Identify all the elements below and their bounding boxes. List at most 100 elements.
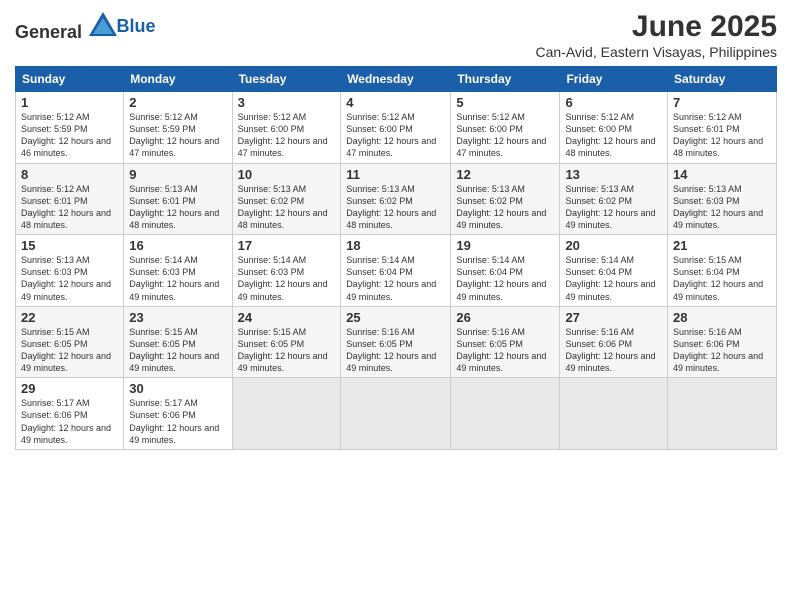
day-number: 11 [346, 167, 445, 182]
day-info: Sunrise: 5:16 AMSunset: 6:05 PMDaylight:… [346, 326, 445, 375]
table-cell: 24Sunrise: 5:15 AMSunset: 6:05 PMDayligh… [232, 306, 341, 378]
table-cell: 3Sunrise: 5:12 AMSunset: 6:00 PMDaylight… [232, 92, 341, 164]
header: General Blue June 2025 Can-Avid, Eastern… [15, 10, 777, 60]
day-number: 3 [238, 95, 336, 110]
day-info: Sunrise: 5:13 AMSunset: 6:02 PMDaylight:… [346, 183, 445, 232]
day-info: Sunrise: 5:12 AMSunset: 6:00 PMDaylight:… [238, 111, 336, 160]
calendar-table: Sunday Monday Tuesday Wednesday Thursday… [15, 66, 777, 450]
day-number: 10 [238, 167, 336, 182]
day-info: Sunrise: 5:12 AMSunset: 5:59 PMDaylight:… [21, 111, 118, 160]
calendar-row: 8Sunrise: 5:12 AMSunset: 6:01 PMDaylight… [16, 163, 777, 235]
logo-blue: Blue [117, 16, 156, 36]
day-info: Sunrise: 5:16 AMSunset: 6:06 PMDaylight:… [565, 326, 662, 375]
day-number: 4 [346, 95, 445, 110]
day-number: 14 [673, 167, 771, 182]
table-cell: 10Sunrise: 5:13 AMSunset: 6:02 PMDayligh… [232, 163, 341, 235]
table-cell: 4Sunrise: 5:12 AMSunset: 6:00 PMDaylight… [341, 92, 451, 164]
table-cell: 5Sunrise: 5:12 AMSunset: 6:00 PMDaylight… [451, 92, 560, 164]
calendar-row: 15Sunrise: 5:13 AMSunset: 6:03 PMDayligh… [16, 235, 777, 307]
day-number: 13 [565, 167, 662, 182]
col-saturday: Saturday [668, 67, 777, 92]
day-info: Sunrise: 5:14 AMSunset: 6:03 PMDaylight:… [129, 254, 226, 303]
table-cell: 26Sunrise: 5:16 AMSunset: 6:05 PMDayligh… [451, 306, 560, 378]
day-info: Sunrise: 5:13 AMSunset: 6:02 PMDaylight:… [238, 183, 336, 232]
table-cell: 17Sunrise: 5:14 AMSunset: 6:03 PMDayligh… [232, 235, 341, 307]
table-cell [560, 378, 668, 450]
page: General Blue June 2025 Can-Avid, Eastern… [0, 0, 792, 612]
day-info: Sunrise: 5:12 AMSunset: 6:00 PMDaylight:… [565, 111, 662, 160]
day-info: Sunrise: 5:14 AMSunset: 6:04 PMDaylight:… [346, 254, 445, 303]
day-info: Sunrise: 5:13 AMSunset: 6:02 PMDaylight:… [565, 183, 662, 232]
day-info: Sunrise: 5:12 AMSunset: 6:00 PMDaylight:… [346, 111, 445, 160]
day-number: 28 [673, 310, 771, 325]
day-number: 20 [565, 238, 662, 253]
day-number: 19 [456, 238, 554, 253]
table-cell: 12Sunrise: 5:13 AMSunset: 6:02 PMDayligh… [451, 163, 560, 235]
day-info: Sunrise: 5:15 AMSunset: 6:04 PMDaylight:… [673, 254, 771, 303]
table-cell: 15Sunrise: 5:13 AMSunset: 6:03 PMDayligh… [16, 235, 124, 307]
header-row: Sunday Monday Tuesday Wednesday Thursday… [16, 67, 777, 92]
day-info: Sunrise: 5:15 AMSunset: 6:05 PMDaylight:… [21, 326, 118, 375]
col-wednesday: Wednesday [341, 67, 451, 92]
day-info: Sunrise: 5:12 AMSunset: 6:01 PMDaylight:… [21, 183, 118, 232]
day-number: 12 [456, 167, 554, 182]
table-cell: 27Sunrise: 5:16 AMSunset: 6:06 PMDayligh… [560, 306, 668, 378]
day-info: Sunrise: 5:13 AMSunset: 6:02 PMDaylight:… [456, 183, 554, 232]
table-cell: 18Sunrise: 5:14 AMSunset: 6:04 PMDayligh… [341, 235, 451, 307]
logo-general: General [15, 22, 82, 42]
table-cell: 25Sunrise: 5:16 AMSunset: 6:05 PMDayligh… [341, 306, 451, 378]
col-sunday: Sunday [16, 67, 124, 92]
title-section: June 2025 Can-Avid, Eastern Visayas, Phi… [536, 10, 778, 60]
table-cell: 8Sunrise: 5:12 AMSunset: 6:01 PMDaylight… [16, 163, 124, 235]
col-thursday: Thursday [451, 67, 560, 92]
day-info: Sunrise: 5:17 AMSunset: 6:06 PMDaylight:… [129, 397, 226, 446]
day-info: Sunrise: 5:13 AMSunset: 6:01 PMDaylight:… [129, 183, 226, 232]
day-number: 18 [346, 238, 445, 253]
table-cell: 13Sunrise: 5:13 AMSunset: 6:02 PMDayligh… [560, 163, 668, 235]
day-info: Sunrise: 5:15 AMSunset: 6:05 PMDaylight:… [238, 326, 336, 375]
table-cell: 20Sunrise: 5:14 AMSunset: 6:04 PMDayligh… [560, 235, 668, 307]
day-number: 26 [456, 310, 554, 325]
day-number: 5 [456, 95, 554, 110]
table-cell: 2Sunrise: 5:12 AMSunset: 5:59 PMDaylight… [124, 92, 232, 164]
day-number: 23 [129, 310, 226, 325]
day-number: 8 [21, 167, 118, 182]
table-cell: 28Sunrise: 5:16 AMSunset: 6:06 PMDayligh… [668, 306, 777, 378]
table-cell [232, 378, 341, 450]
day-info: Sunrise: 5:14 AMSunset: 6:04 PMDaylight:… [456, 254, 554, 303]
day-number: 25 [346, 310, 445, 325]
logo-icon [89, 10, 117, 38]
table-cell [341, 378, 451, 450]
table-cell: 9Sunrise: 5:13 AMSunset: 6:01 PMDaylight… [124, 163, 232, 235]
calendar-subtitle: Can-Avid, Eastern Visayas, Philippines [536, 44, 778, 60]
table-cell: 14Sunrise: 5:13 AMSunset: 6:03 PMDayligh… [668, 163, 777, 235]
day-info: Sunrise: 5:12 AMSunset: 5:59 PMDaylight:… [129, 111, 226, 160]
col-friday: Friday [560, 67, 668, 92]
table-cell: 11Sunrise: 5:13 AMSunset: 6:02 PMDayligh… [341, 163, 451, 235]
day-number: 7 [673, 95, 771, 110]
day-info: Sunrise: 5:12 AMSunset: 6:00 PMDaylight:… [456, 111, 554, 160]
calendar-row: 22Sunrise: 5:15 AMSunset: 6:05 PMDayligh… [16, 306, 777, 378]
day-number: 29 [21, 381, 118, 396]
table-cell: 30Sunrise: 5:17 AMSunset: 6:06 PMDayligh… [124, 378, 232, 450]
table-cell: 22Sunrise: 5:15 AMSunset: 6:05 PMDayligh… [16, 306, 124, 378]
day-number: 30 [129, 381, 226, 396]
day-number: 24 [238, 310, 336, 325]
day-number: 21 [673, 238, 771, 253]
table-cell [668, 378, 777, 450]
table-cell: 16Sunrise: 5:14 AMSunset: 6:03 PMDayligh… [124, 235, 232, 307]
logo: General Blue [15, 10, 156, 43]
calendar-row: 1Sunrise: 5:12 AMSunset: 5:59 PMDaylight… [16, 92, 777, 164]
day-info: Sunrise: 5:12 AMSunset: 6:01 PMDaylight:… [673, 111, 771, 160]
col-monday: Monday [124, 67, 232, 92]
day-number: 16 [129, 238, 226, 253]
day-number: 22 [21, 310, 118, 325]
day-number: 2 [129, 95, 226, 110]
day-number: 27 [565, 310, 662, 325]
table-cell: 6Sunrise: 5:12 AMSunset: 6:00 PMDaylight… [560, 92, 668, 164]
day-info: Sunrise: 5:14 AMSunset: 6:03 PMDaylight:… [238, 254, 336, 303]
table-cell [451, 378, 560, 450]
day-number: 15 [21, 238, 118, 253]
table-cell: 29Sunrise: 5:17 AMSunset: 6:06 PMDayligh… [16, 378, 124, 450]
day-info: Sunrise: 5:16 AMSunset: 6:06 PMDaylight:… [673, 326, 771, 375]
